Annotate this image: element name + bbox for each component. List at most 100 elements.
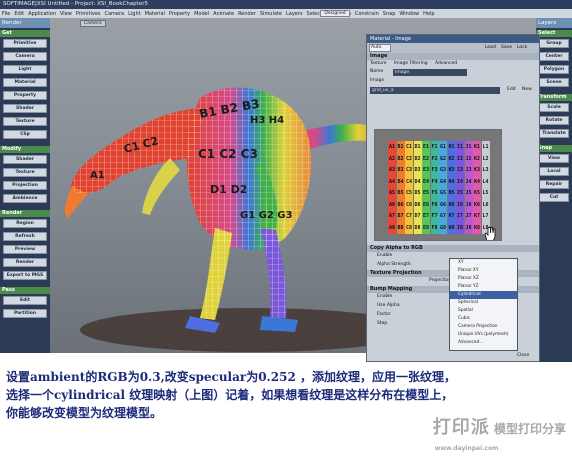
right-scale-button[interactable]: Scale bbox=[539, 103, 569, 112]
menu-window[interactable]: Window bbox=[397, 10, 421, 18]
left-refresh-button[interactable]: Refresh bbox=[3, 232, 47, 241]
uv-grid-cell: K2 bbox=[473, 152, 481, 165]
projection-menu-item-planar-yz[interactable]: Planar YZ bbox=[450, 283, 517, 291]
uv-grid-cell: E7 bbox=[422, 210, 430, 222]
right-translate-button[interactable]: Translate bbox=[539, 129, 569, 138]
projection-menu-item-advanced[interactable]: Advanced... bbox=[450, 339, 517, 347]
left-section-get[interactable]: Get bbox=[0, 30, 50, 37]
left-export-to-mgs-button[interactable]: Export to MGS bbox=[3, 271, 47, 280]
projection-dropdown-menu[interactable]: XY Planar XY Planar XZ Planar YZ Cylindrical… bbox=[449, 258, 518, 351]
left-shader-button[interactable]: Shader bbox=[3, 104, 47, 113]
image-clip-row: grid_uv_a Edit New bbox=[367, 86, 539, 95]
left-section-render[interactable]: Render bbox=[0, 210, 50, 217]
menu-file[interactable]: File bbox=[0, 10, 12, 18]
menu-edit[interactable]: Edit bbox=[12, 10, 26, 18]
image-clip-field[interactable]: grid_uv_a bbox=[370, 87, 500, 94]
projection-menu-item-camera-projection[interactable]: Camera Projection bbox=[450, 323, 517, 331]
hand-cursor-icon bbox=[484, 226, 496, 240]
left-clip-button[interactable]: Clip bbox=[3, 130, 47, 139]
right-section-transform[interactable]: Transform bbox=[536, 94, 572, 101]
right-group-button[interactable]: Group bbox=[539, 39, 569, 48]
left-ambience-button[interactable]: Ambience bbox=[3, 194, 47, 203]
tab-texture[interactable]: Texture bbox=[370, 61, 386, 66]
left-texture-button[interactable]: Texture bbox=[3, 117, 47, 126]
left-section-modify[interactable]: Modify bbox=[0, 146, 50, 153]
right-cut-button[interactable]: Cut bbox=[539, 193, 569, 202]
copy-alpha-section[interactable]: Copy Alpha to RGB bbox=[367, 245, 539, 252]
projection-button[interactable]: Projection bbox=[429, 278, 451, 283]
projection-menu-item-spatial[interactable]: Spatial bbox=[450, 307, 517, 315]
projection-menu-item-planar-xz[interactable]: Planar XZ bbox=[450, 275, 517, 283]
left-partition-button[interactable]: Partition bbox=[3, 309, 47, 318]
close-button[interactable]: Close bbox=[517, 353, 529, 358]
projection-menu-item-xy[interactable]: XY bbox=[450, 259, 517, 267]
right-local-button[interactable]: Local bbox=[539, 167, 569, 176]
left-material-button[interactable]: Material bbox=[3, 78, 47, 87]
uv-grid-cell: D2 bbox=[413, 152, 422, 165]
left-preview-button[interactable]: Preview bbox=[3, 245, 47, 254]
left-region-button[interactable]: Region bbox=[3, 219, 47, 228]
uv-grid-cell: G5 bbox=[439, 187, 447, 199]
left-primitive-button[interactable]: Primitive bbox=[3, 39, 47, 48]
menu-model[interactable]: Model bbox=[192, 10, 211, 18]
uv-grid-cell: A5 bbox=[388, 187, 396, 199]
projection-menu-item-planar-xy[interactable]: Planar XY bbox=[450, 267, 517, 275]
save-button[interactable]: Save bbox=[501, 44, 512, 52]
right-polygon-button[interactable]: Polygon bbox=[539, 65, 569, 74]
left-texture-button[interactable]: Texture bbox=[3, 168, 47, 177]
menu-primitives[interactable]: Primitives bbox=[74, 10, 103, 18]
right-rotate-button[interactable]: Rotate bbox=[539, 116, 569, 125]
uv-grid-cell: D3 bbox=[413, 164, 422, 176]
uv-grid-cell: F4 bbox=[430, 175, 439, 188]
projection-menu-item-unique-uvs-polymesh[interactable]: Unique UVs (polymesh) bbox=[450, 331, 517, 339]
projection-menu-item-cylindrical[interactable]: Cylindrical bbox=[450, 291, 517, 299]
copy-alpha-enable-checkbox[interactable]: Enable bbox=[377, 253, 392, 258]
menu-layers[interactable]: Layers bbox=[284, 10, 305, 18]
projection-menu-item-spherical[interactable]: Spherical bbox=[450, 299, 517, 307]
material-editor-toolbar: Auto Load Save Lock bbox=[367, 43, 539, 53]
tab-advanced[interactable]: Advanced bbox=[435, 61, 457, 66]
menu-light[interactable]: Light bbox=[126, 10, 142, 18]
uv-grid-cell: L3 bbox=[481, 164, 490, 176]
left-light-button[interactable]: Light bbox=[3, 65, 47, 74]
name-field[interactable]: Image bbox=[393, 69, 467, 76]
menu-view[interactable]: View bbox=[58, 10, 74, 18]
left-projection-button[interactable]: Projection bbox=[3, 181, 47, 190]
menu-constrain[interactable]: Constrain bbox=[353, 10, 381, 18]
image-label: Image bbox=[370, 78, 385, 83]
menu-material[interactable]: Material bbox=[143, 10, 167, 18]
menu-render[interactable]: Render bbox=[236, 10, 258, 18]
menu-camera[interactable]: Camera bbox=[103, 10, 127, 18]
uv-grid-cell: E1 bbox=[422, 141, 430, 153]
menu-snap[interactable]: Snap bbox=[381, 10, 398, 18]
left-camera-button[interactable]: Camera bbox=[3, 52, 47, 61]
menu-property[interactable]: Property bbox=[167, 10, 192, 18]
left-property-button[interactable]: Property bbox=[3, 91, 47, 100]
uv-grid-cell: C1 bbox=[405, 141, 413, 153]
left-section-pass[interactable]: Pass bbox=[0, 287, 50, 294]
menu-simulate[interactable]: Simulate bbox=[258, 10, 284, 18]
right-scene-button[interactable]: Scene bbox=[539, 78, 569, 87]
menu-help[interactable]: Help bbox=[421, 10, 436, 18]
new-button[interactable]: New bbox=[522, 87, 532, 92]
layout-selector[interactable]: Designed bbox=[320, 10, 350, 17]
edit-button[interactable]: Edit bbox=[507, 87, 516, 92]
left-edit-button[interactable]: Edit bbox=[3, 296, 47, 305]
projection-menu-item-cubic[interactable]: Cubic bbox=[450, 315, 517, 323]
right-center-button[interactable]: Center bbox=[539, 52, 569, 61]
left-render-button[interactable]: Render bbox=[3, 258, 47, 267]
menu-animate[interactable]: Animate bbox=[211, 10, 236, 18]
menu-application[interactable]: Application bbox=[26, 10, 58, 18]
right-repair-button[interactable]: Repair bbox=[539, 180, 569, 189]
bump-enable-checkbox[interactable]: Enable bbox=[377, 294, 392, 299]
lock-button[interactable]: Lock bbox=[517, 44, 527, 52]
right-section-snap[interactable]: Snap bbox=[536, 145, 572, 152]
right-section-select[interactable]: Select bbox=[536, 30, 572, 37]
use-alpha-checkbox[interactable]: Use Alpha bbox=[377, 303, 400, 308]
load-button[interactable]: Load bbox=[485, 44, 496, 52]
preset-selector[interactable]: Auto bbox=[369, 44, 391, 52]
left-shader-button[interactable]: Shader bbox=[3, 155, 47, 164]
right-view-button[interactable]: View bbox=[539, 154, 569, 163]
tab-image-filtering[interactable]: Image Filtering bbox=[394, 61, 428, 66]
image-section-header[interactable]: Image bbox=[367, 53, 539, 60]
